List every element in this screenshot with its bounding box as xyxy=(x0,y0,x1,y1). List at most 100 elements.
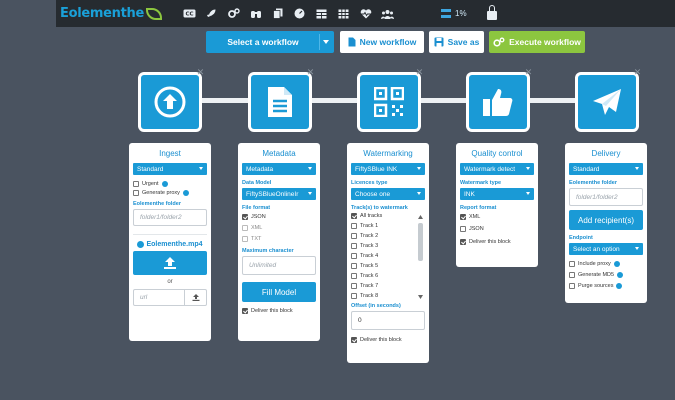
select-workflow-dropdown[interactable]: Select a workflow xyxy=(206,31,334,53)
track-checkbox[interactable]: Track 8 xyxy=(351,293,425,299)
upload-icon xyxy=(164,257,176,269)
folder-input[interactable]: folder1/folder2 xyxy=(569,188,643,206)
close-icon[interactable]: ✕ xyxy=(306,68,315,77)
offset-input[interactable]: 0 xyxy=(351,311,425,330)
add-recipients-button[interactable]: Add recipient(s) xyxy=(569,210,643,230)
endpoint-select[interactable]: Select an option xyxy=(569,243,643,255)
gauge-icon[interactable] xyxy=(290,4,309,23)
users-icon[interactable] xyxy=(378,4,397,23)
data-model-select[interactable]: FiftySBlueOnlineIr xyxy=(242,188,316,200)
report-json-checkbox[interactable]: JSON xyxy=(460,226,534,232)
include-proxy-checkbox[interactable]: Include proxy xyxy=(569,261,643,267)
close-icon[interactable]: ✕ xyxy=(415,68,424,77)
usage-value: 1% xyxy=(455,9,467,18)
node-ingest[interactable]: ✕ xyxy=(138,68,204,132)
tracks-label: Track(s) to watermark xyxy=(351,205,408,211)
url-row: url xyxy=(133,289,207,306)
storage-icon xyxy=(441,9,451,18)
new-workflow-button[interactable]: New workflow xyxy=(340,31,424,53)
execute-workflow-button[interactable]: Execute workflow xyxy=(489,31,585,53)
endpoint-label: Endpoint xyxy=(569,235,593,241)
app-logo[interactable]: Eolementhe xyxy=(56,6,162,21)
fill-model-button[interactable]: Fill Model xyxy=(242,282,316,302)
node-watermarking[interactable]: ✕ xyxy=(357,68,423,132)
folder-input[interactable]: folder1/folder2 xyxy=(133,209,207,226)
track-checkbox[interactable]: Track 5 xyxy=(351,263,425,269)
deliver-block-checkbox[interactable]: Deliver this block xyxy=(351,337,425,343)
track-checkbox[interactable]: Track 7 xyxy=(351,283,425,289)
offset-label: Offset (in seconds) xyxy=(351,303,401,309)
file-icon xyxy=(348,37,356,47)
heartbeat-icon[interactable] xyxy=(356,4,375,23)
table-icon[interactable] xyxy=(312,4,331,23)
gears-icon[interactable] xyxy=(224,4,243,23)
ingest-profile-select[interactable]: Standard xyxy=(133,163,207,175)
format-json-checkbox[interactable]: JSON xyxy=(242,214,316,220)
purge-sources-checkbox[interactable]: Purge sources xyxy=(569,283,643,289)
panel-title: Delivery xyxy=(591,149,621,158)
watermark-profile-select[interactable]: FiftySBlue INK xyxy=(351,163,425,175)
licences-label: Licences type xyxy=(351,180,388,186)
tracks-scrollbar[interactable] xyxy=(418,215,423,299)
svg-text:CC: CC xyxy=(185,12,193,18)
add-icon[interactable] xyxy=(137,241,145,248)
folder-label: Eolementhe folder xyxy=(569,180,617,186)
generate-proxy-checkbox[interactable]: Generate proxy xyxy=(133,190,207,196)
logo-text: Eolementhe xyxy=(60,6,144,21)
uploaded-file: Eolementhe.mp4 xyxy=(133,241,207,248)
track-checkbox[interactable]: Track 4 xyxy=(351,253,425,259)
info-icon[interactable] xyxy=(182,190,189,196)
report-format-label: Report format xyxy=(460,205,497,211)
format-xml-checkbox[interactable]: XML xyxy=(242,225,316,231)
node-metadata[interactable]: ✕ xyxy=(248,68,314,132)
info-icon[interactable] xyxy=(616,283,623,289)
grid-icon[interactable] xyxy=(334,4,353,23)
watermark-type-select[interactable]: INK xyxy=(460,188,534,200)
node-quality-control[interactable]: ✕ xyxy=(466,68,532,132)
max-char-input[interactable]: Unlimited xyxy=(242,256,316,275)
metadata-profile-select[interactable]: Metadata xyxy=(242,163,316,175)
urgent-checkbox[interactable]: Urgent xyxy=(133,181,207,187)
generate-md5-checkbox[interactable]: Generate MD5 xyxy=(569,272,643,278)
url-upload-button[interactable] xyxy=(185,289,207,306)
track-checkbox[interactable]: All tracks xyxy=(351,213,425,219)
cc-icon[interactable]: CC xyxy=(180,4,199,23)
usage-indicator: 1% xyxy=(441,9,467,18)
save-as-label: Save as xyxy=(447,37,480,47)
panel-metadata: Metadata Metadata Data Model FiftySBlueO… xyxy=(238,143,320,341)
format-txt-checkbox[interactable]: TXT xyxy=(242,236,316,242)
track-checkbox[interactable]: Track 2 xyxy=(351,233,425,239)
close-icon[interactable]: ✕ xyxy=(524,68,533,77)
info-icon[interactable] xyxy=(161,181,168,187)
copy-icon[interactable] xyxy=(268,4,287,23)
panel-ingest: Ingest Standard Urgent Generate proxy Eo… xyxy=(129,143,211,341)
save-as-button[interactable]: Save as xyxy=(429,31,484,53)
delivery-profile-select[interactable]: Standard xyxy=(569,163,643,175)
upload-icon xyxy=(192,294,199,301)
select-workflow-label: Select a workflow xyxy=(227,37,299,47)
licences-select[interactable]: Choose one xyxy=(351,188,425,200)
tracks-list[interactable]: All tracks Track 1 Track 2 Track 3 Track… xyxy=(351,213,425,299)
chevron-down-icon xyxy=(323,40,329,44)
rocket-icon[interactable] xyxy=(202,4,221,23)
node-delivery[interactable]: ✕ xyxy=(575,68,641,132)
info-icon[interactable] xyxy=(617,272,624,278)
close-icon[interactable]: ✕ xyxy=(196,68,205,77)
or-separator: or xyxy=(167,279,173,285)
execute-workflow-label: Execute workflow xyxy=(509,37,581,47)
qr-code-icon xyxy=(374,87,404,117)
report-xml-checkbox[interactable]: XML xyxy=(460,214,534,220)
close-icon[interactable]: ✕ xyxy=(633,68,642,77)
deliver-block-checkbox[interactable]: Deliver this block xyxy=(242,308,316,314)
deliver-block-checkbox[interactable]: Deliver this block xyxy=(460,239,534,245)
info-icon[interactable] xyxy=(613,261,620,267)
quality-profile-select[interactable]: Watermark detect xyxy=(460,163,534,175)
url-input[interactable]: url xyxy=(133,289,185,306)
leaf-icon xyxy=(146,7,162,20)
track-checkbox[interactable]: Track 3 xyxy=(351,243,425,249)
track-checkbox[interactable]: Track 1 xyxy=(351,223,425,229)
binoculars-icon[interactable] xyxy=(246,4,265,23)
track-checkbox[interactable]: Track 6 xyxy=(351,273,425,279)
upload-button[interactable] xyxy=(133,251,207,275)
lock-icon[interactable] xyxy=(486,5,497,20)
